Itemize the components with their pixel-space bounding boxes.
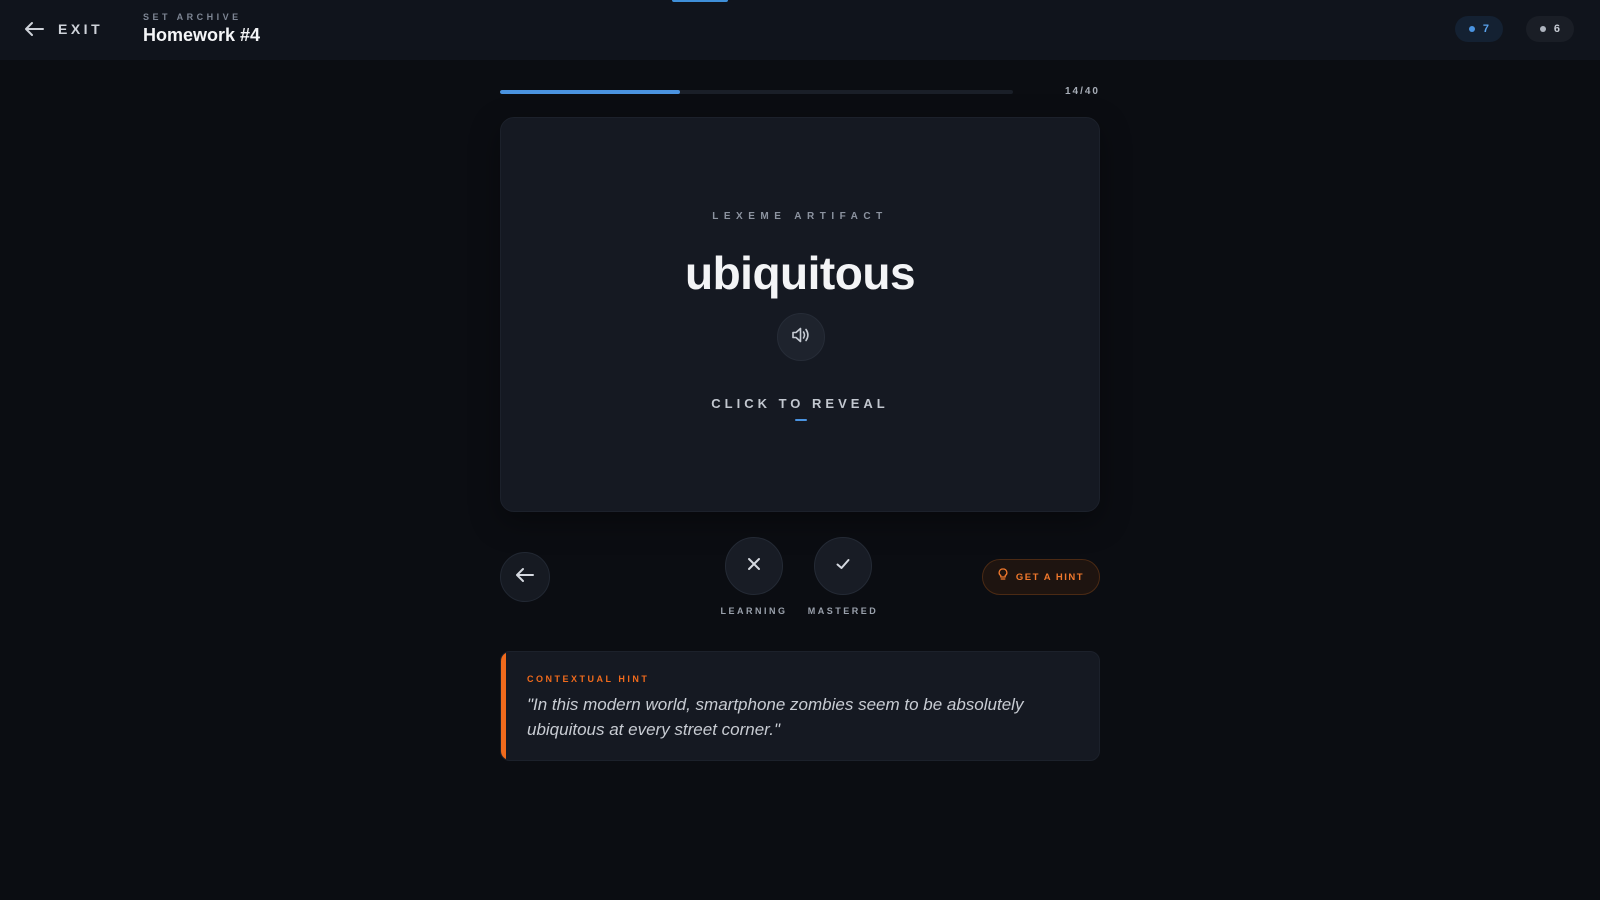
- progress-bar: [500, 90, 1013, 94]
- hint-accent-bar: [501, 652, 506, 760]
- learning-label: LEARNING: [720, 606, 788, 616]
- get-hint-label: GET A HINT: [1015, 571, 1085, 583]
- learning-dot-icon: [1469, 26, 1475, 32]
- card-term: ubiquitous: [684, 247, 916, 299]
- set-title: Homework #4: [143, 25, 261, 45]
- close-icon: [746, 556, 762, 577]
- click-to-reveal: CLICK TO REVEAL: [711, 396, 889, 411]
- arrow-left-icon: [515, 567, 535, 588]
- arrow-left-icon: [24, 21, 44, 37]
- top-accent-line: [672, 0, 728, 2]
- hint-text: "In this modern world, smartphone zombie…: [527, 695, 1024, 739]
- top-bar: EXIT SET ARCHIVE Homework #4 7 6: [0, 0, 1600, 60]
- progress-count: 14/40: [1064, 86, 1100, 97]
- reveal-underline: [795, 419, 807, 421]
- mastered-label: MASTERED: [807, 606, 879, 616]
- hint-eyebrow: CONTEXTUAL HINT: [527, 674, 650, 684]
- get-hint-button[interactable]: GET A HINT: [982, 559, 1100, 595]
- mastered-count: 6: [1553, 23, 1560, 35]
- mastered-dot-icon: [1540, 26, 1546, 32]
- exit-button[interactable]: EXIT: [24, 18, 103, 40]
- flashcard[interactable]: LEXEME ARTIFACT ubiquitous CLICK TO REVE…: [500, 117, 1100, 512]
- progress-fill: [500, 90, 680, 94]
- set-eyebrow: SET ARCHIVE: [143, 12, 242, 22]
- contextual-hint-panel: CONTEXTUAL HINT "In this modern world, s…: [500, 651, 1100, 761]
- speaker-icon: [791, 326, 811, 349]
- card-eyebrow: LEXEME ARTIFACT: [712, 211, 888, 222]
- check-icon: [835, 556, 851, 577]
- lightbulb-icon: [998, 568, 1008, 586]
- set-info: SET ARCHIVE Homework #4: [143, 12, 260, 46]
- learning-count-badge: 7: [1455, 16, 1503, 42]
- previous-card-button[interactable]: [500, 552, 550, 602]
- exit-label: EXIT: [58, 21, 104, 37]
- mastered-count-badge: 6: [1526, 16, 1574, 42]
- mastered-button[interactable]: [814, 537, 872, 595]
- learning-button[interactable]: [725, 537, 783, 595]
- pronounce-button[interactable]: [777, 313, 825, 361]
- learning-count: 7: [1482, 23, 1489, 35]
